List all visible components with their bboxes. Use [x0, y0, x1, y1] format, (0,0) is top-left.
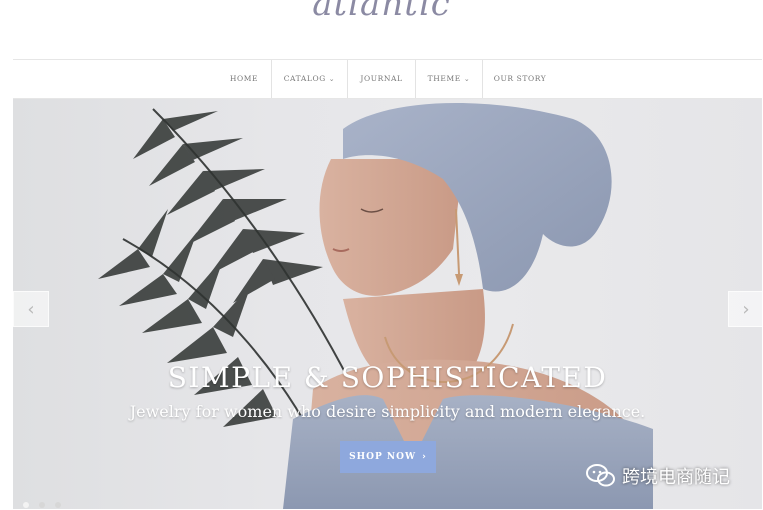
nav-item-journal[interactable]: JOURNAL [348, 60, 415, 98]
chevron-right-icon: › [742, 298, 750, 320]
shop-now-button[interactable]: SHOP NOW › [340, 441, 436, 473]
nav-item-theme[interactable]: THEME ⌄ [416, 60, 482, 98]
slide-dot[interactable] [23, 502, 29, 508]
hero-headline: SIMPLE & SOPHISTICATED [167, 361, 608, 394]
slide-next-button[interactable]: › [728, 291, 762, 327]
slide-indicators [23, 495, 71, 509]
nav-item-home[interactable]: HOME [218, 60, 270, 98]
nav-item-label: OUR STORY [493, 74, 547, 83]
nav-item-label: HOME [229, 74, 259, 83]
watermark: 跨境电商随记 [586, 458, 730, 494]
slide-prev-button[interactable]: ‹ [13, 291, 49, 327]
nav-item-label: CATALOG [283, 74, 326, 83]
main-navigation: HOME CATALOG ⌄ JOURNAL THEME ⌄ OUR STORY [13, 59, 762, 99]
wechat-icon [586, 464, 615, 487]
nav-item-catalog[interactable]: CATALOG ⌄ [272, 60, 347, 98]
hero-slideshow: ‹ › SIMPLE & SOPHISTICATED Jewelry for w… [13, 99, 762, 509]
chevron-left-icon: ‹ [27, 298, 35, 320]
slide-dot[interactable] [55, 502, 61, 508]
shop-now-label: SHOP NOW [349, 452, 417, 462]
chevron-right-icon: › [422, 452, 427, 462]
nav-item-label: JOURNAL [360, 74, 403, 83]
hero-subline: Jewelry for women who desire simplicity … [129, 402, 646, 421]
watermark-text: 跨境电商随记 [622, 467, 730, 488]
nav-item-our-story[interactable]: OUR STORY [483, 60, 557, 98]
brand-logo[interactable]: atlantic [0, 0, 763, 24]
nav-item-label: THEME [427, 74, 461, 83]
chevron-down-icon: ⌄ [463, 75, 471, 83]
slide-dot[interactable] [39, 502, 45, 508]
chevron-down-icon: ⌄ [328, 75, 336, 83]
